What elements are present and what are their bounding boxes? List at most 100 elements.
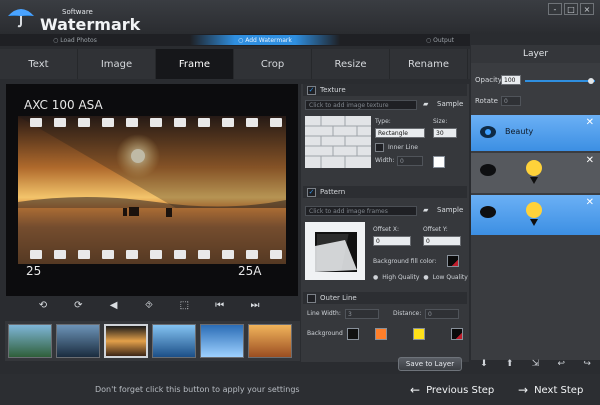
layer-tool-1-icon[interactable]: ⬇ <box>480 359 488 369</box>
outer-line-label: Outer Line <box>320 294 357 302</box>
watermark-symbol-icon <box>526 160 542 184</box>
window-controls: - □ × <box>548 3 594 15</box>
flip-horizontal-icon[interactable]: ◀ <box>107 298 121 312</box>
texture-size-stepper[interactable]: 30 <box>433 128 457 138</box>
outer-color-orange[interactable] <box>375 328 387 340</box>
pattern-section-header: ✓ Pattern <box>303 186 467 198</box>
layer-tool-4-icon[interactable]: ↩ <box>558 359 566 369</box>
tab-resize[interactable]: Resize <box>312 49 390 79</box>
texture-type-label: Type: <box>375 118 391 125</box>
layer-toolbar: ⬇ ⬆ ⇲ ↩ ↪ <box>471 358 600 370</box>
film-label-top: AXC 100 ASA <box>24 98 103 112</box>
thumbnail-5[interactable] <box>200 324 244 358</box>
texture-sample-button[interactable]: Sample <box>437 100 463 108</box>
opacity-input[interactable]: 100 <box>501 75 521 85</box>
thumbnail-6[interactable] <box>248 324 292 358</box>
tab-crop[interactable]: Crop <box>234 49 312 79</box>
apply-settings-hint: Don't forget click this button to apply … <box>95 385 300 394</box>
delete-layer-icon[interactable]: ✕ <box>586 155 594 166</box>
brand-title: Watermark <box>40 15 141 34</box>
distance-label: Distance: <box>393 310 422 317</box>
pattern-label: Pattern <box>320 188 346 196</box>
minimize-button[interactable]: - <box>548 3 562 15</box>
outer-line-section-header: Outer Line <box>303 292 467 304</box>
tab-rename[interactable]: Rename <box>390 49 468 79</box>
frame-settings-panel: ✓ Texture Click to add image texture ▰ S… <box>301 84 469 362</box>
photo-canvas[interactable]: AXC 100 ASA 25 25A <box>6 84 298 296</box>
outer-line-checkbox[interactable] <box>307 293 316 303</box>
offset-x-stepper[interactable]: 0 <box>373 236 411 246</box>
close-button[interactable]: × <box>580 3 594 15</box>
thumbnail-2[interactable] <box>56 324 100 358</box>
inner-line-checkbox[interactable] <box>375 143 384 152</box>
texture-type-select[interactable]: Rectangle <box>375 128 425 138</box>
progress-step-load-photos: ○ Load Photos <box>53 36 97 44</box>
texture-size-label: Size: <box>433 118 448 125</box>
layer-panel: Layer Opacity 100 Rotate 0 Beauty ✕ ✕ ✕ <box>471 45 600 360</box>
distance-stepper[interactable]: 0 <box>425 309 459 319</box>
next-step-button[interactable]: → Next Step <box>518 377 583 403</box>
rotate-right-icon[interactable]: ⟳ <box>71 298 85 312</box>
progress-bar: ○ Load Photos ○ Add Watermark ○ Output <box>0 34 470 46</box>
layer-item-3[interactable]: ✕ <box>471 195 600 235</box>
previous-photo-icon[interactable]: ⏮ <box>213 298 227 312</box>
visibility-eye-icon[interactable] <box>479 125 497 139</box>
thumbnail-1[interactable] <box>8 324 52 358</box>
opacity-slider[interactable] <box>525 78 595 84</box>
tab-bar: Text Image Frame Crop Resize Rename <box>0 49 470 79</box>
tab-frame[interactable]: Frame <box>156 49 234 79</box>
visibility-eye-icon[interactable] <box>479 205 497 219</box>
layer-item-beauty[interactable]: Beauty ✕ <box>471 115 600 151</box>
pattern-image-input[interactable]: Click to add image frames <box>305 206 417 216</box>
pattern-film-preview <box>305 222 365 280</box>
line-width-stepper[interactable]: 3 <box>345 309 379 319</box>
visibility-eye-icon[interactable] <box>479 163 497 177</box>
offset-y-stepper[interactable]: 0 <box>423 236 461 246</box>
background-label: Background <box>307 330 343 337</box>
crop-icon[interactable]: ⬚ <box>177 298 191 312</box>
delete-layer-icon[interactable]: ✕ <box>586 117 594 128</box>
film-label-right: 25A <box>238 264 262 278</box>
background-fill-color-swatch[interactable] <box>447 255 459 267</box>
pattern-checkbox[interactable]: ✓ <box>307 187 316 197</box>
delete-layer-icon[interactable]: ✕ <box>586 197 594 208</box>
next-photo-icon[interactable]: ⏭ <box>248 298 262 312</box>
outer-color-yellow[interactable] <box>413 328 425 340</box>
layer-title: Layer <box>471 45 600 63</box>
texture-checkbox[interactable]: ✓ <box>307 85 316 95</box>
inner-line-option[interactable]: Inner Line <box>375 143 418 152</box>
layer-tool-5-icon[interactable]: ↪ <box>583 359 591 369</box>
thumbnail-4[interactable] <box>152 324 196 358</box>
preview-controls: ⟲ ⟳ ◀ ⯑ ⬚ ⏮ ⏭ <box>36 298 262 312</box>
tab-image[interactable]: Image <box>78 49 156 79</box>
texture-line-color[interactable] <box>433 156 445 168</box>
layer-tool-3-icon[interactable]: ⇲ <box>532 359 540 369</box>
high-quality-label: High Quality <box>382 274 420 281</box>
layer-item-2[interactable]: ✕ <box>471 153 600 193</box>
opacity-label: Opacity <box>475 76 502 84</box>
title-bar: Software Watermark - □ × <box>0 0 600 34</box>
rotate-left-icon[interactable]: ⟲ <box>36 298 50 312</box>
inner-line-label: Inner Line <box>388 144 418 151</box>
previous-step-button[interactable]: ← Previous Step <box>410 377 494 403</box>
thumbnail-strip <box>5 321 300 361</box>
outer-color-black[interactable] <box>347 328 359 340</box>
pattern-sample-button[interactable]: Sample <box>437 206 463 214</box>
maximize-button[interactable]: □ <box>564 3 578 15</box>
thumbnail-3[interactable] <box>104 324 148 358</box>
offset-x-label: Offset X: <box>373 226 400 233</box>
flip-vertical-icon[interactable]: ⯑ <box>142 298 156 312</box>
tab-text[interactable]: Text <box>0 49 78 79</box>
texture-image-input[interactable]: Click to add image texture <box>305 100 417 110</box>
film-label-left: 25 <box>26 264 42 278</box>
layer-tool-2-icon[interactable]: ⬆ <box>506 359 514 369</box>
folder-icon[interactable]: ▰ <box>423 100 428 108</box>
outer-color-custom[interactable] <box>451 328 463 340</box>
save-to-layer-button[interactable]: Save to Layer <box>398 357 462 371</box>
high-quality-radio[interactable]: ● <box>373 274 378 281</box>
low-quality-radio[interactable]: ● <box>423 274 428 281</box>
rotate-input[interactable]: 0 <box>501 96 521 106</box>
watermark-symbol-icon <box>526 202 542 226</box>
texture-width-stepper[interactable]: 0 <box>397 156 423 166</box>
folder-icon[interactable]: ▰ <box>423 206 428 214</box>
